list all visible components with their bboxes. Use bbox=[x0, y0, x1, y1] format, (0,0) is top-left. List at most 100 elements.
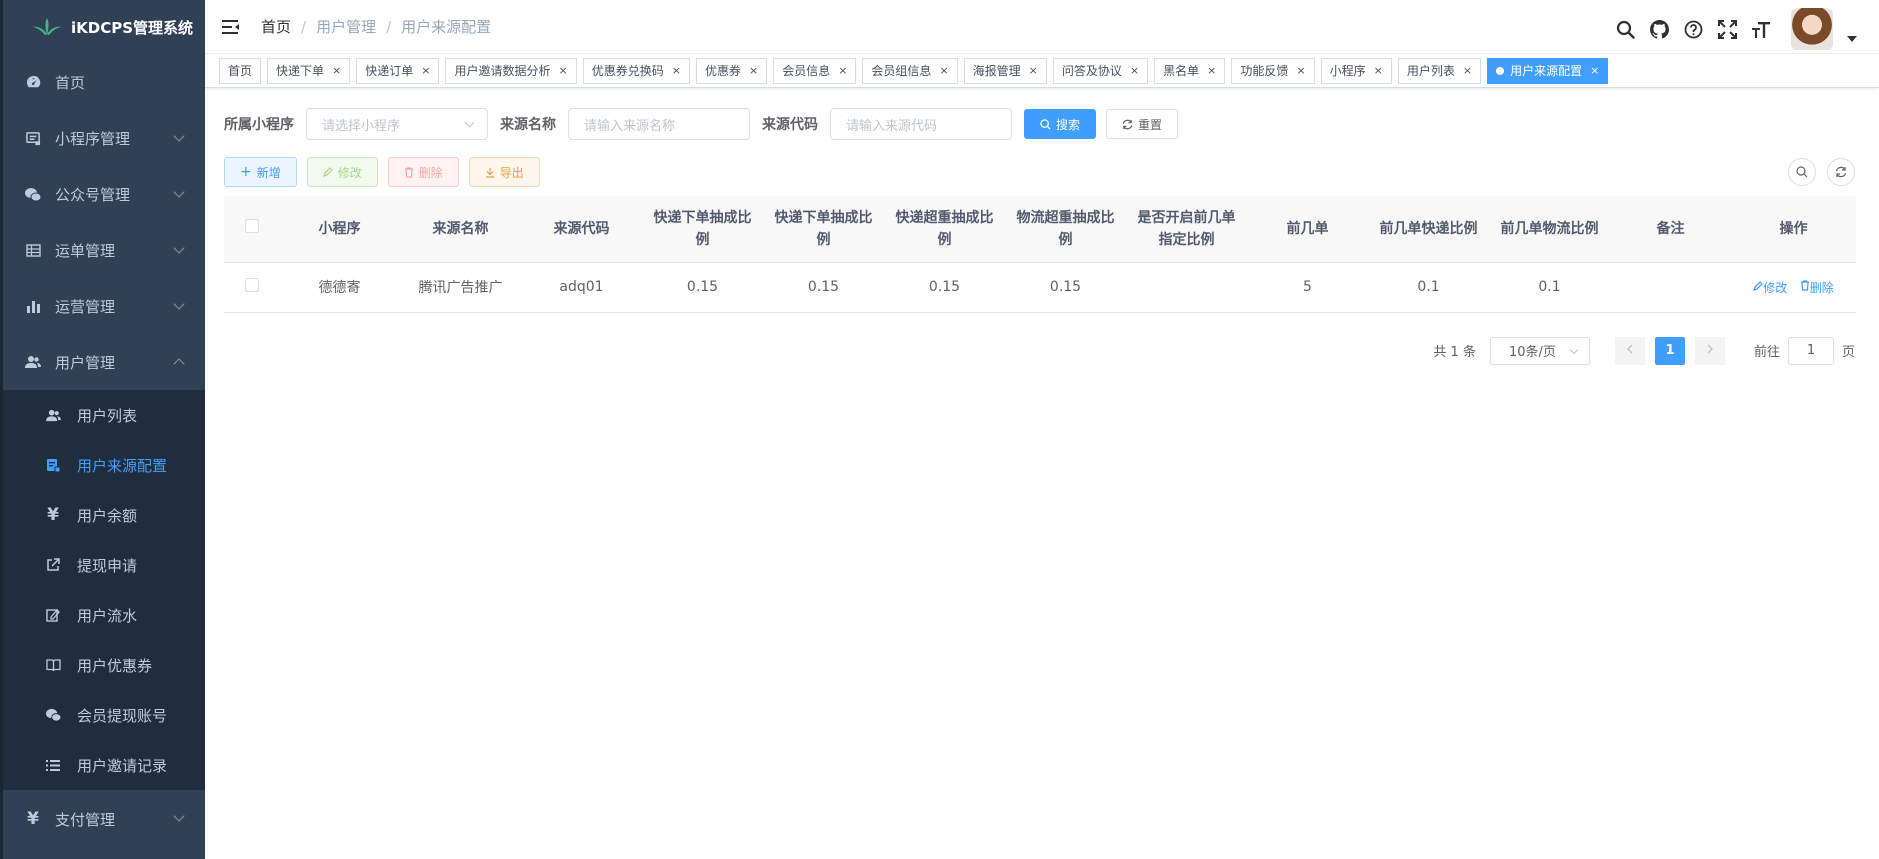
sidebar-item-operations[interactable]: 运营管理 bbox=[3, 278, 205, 334]
tab-tag[interactable]: 优惠券 × bbox=[695, 57, 768, 84]
column-header: 前几单 bbox=[1247, 196, 1368, 263]
tab-tag[interactable]: 首页 bbox=[219, 57, 262, 84]
refresh-button[interactable] bbox=[1827, 158, 1855, 186]
search-button[interactable]: 搜索 bbox=[1024, 109, 1097, 139]
export-button[interactable]: 导出 bbox=[468, 157, 540, 187]
close-icon[interactable]: × bbox=[749, 64, 758, 77]
tab-tag[interactable]: 用户列表 × bbox=[1397, 57, 1482, 84]
close-icon[interactable]: × bbox=[1463, 64, 1472, 77]
tab-tag[interactable]: 优惠券兑换码 × bbox=[582, 57, 690, 84]
page-number-button[interactable]: 1 bbox=[1654, 336, 1685, 365]
breadcrumb-home[interactable]: 首页 bbox=[261, 16, 291, 37]
peoples-icon bbox=[45, 407, 61, 423]
tab-tag[interactable]: 小程序 × bbox=[1320, 57, 1392, 84]
tab-tag[interactable]: 用户来源配置 × bbox=[1487, 57, 1609, 84]
sidebar-item-user-coupons[interactable]: 用户优惠券 bbox=[3, 640, 205, 690]
sidebar-item-user-source-config[interactable]: 用户来源配置 bbox=[3, 440, 205, 490]
fullscreen-icon[interactable] bbox=[1717, 19, 1737, 39]
row-checkbox[interactable] bbox=[244, 278, 259, 292]
github-icon[interactable] bbox=[1649, 19, 1669, 39]
close-icon[interactable]: × bbox=[1207, 64, 1216, 77]
caret-down-icon[interactable] bbox=[1847, 36, 1857, 42]
cell-express-order-ratio-2: 0.15 bbox=[763, 262, 884, 313]
table-row[interactable]: 德德寄 腾讯广告推广 adq01 0.15 0.15 0.15 0.15 5 0… bbox=[224, 262, 1856, 313]
sidebar-item-user-list[interactable]: 用户列表 bbox=[3, 390, 205, 440]
prev-page-button[interactable] bbox=[1614, 336, 1645, 365]
toggle-search-button[interactable] bbox=[1788, 158, 1816, 186]
download-icon bbox=[485, 167, 495, 178]
data-table: 小程序 来源名称 来源代码 快递下单抽成比例 快递下单抽成比例 快递超重抽成比例… bbox=[224, 196, 1856, 313]
font-size-icon[interactable] bbox=[1751, 19, 1771, 39]
tab-tag-label: 黑名单 bbox=[1163, 64, 1200, 78]
edit-button[interactable]: 修改 bbox=[306, 157, 378, 187]
tab-tag[interactable]: 快递订单 × bbox=[356, 57, 440, 84]
reset-button[interactable]: 重置 bbox=[1106, 109, 1179, 139]
sidebar-item-payment[interactable]: ¥ 支付管理 bbox=[3, 790, 205, 848]
close-icon[interactable]: × bbox=[838, 64, 847, 77]
sidebar-item-user-balance[interactable]: ¥ 用户余额 bbox=[3, 490, 205, 540]
submenu-users: 用户列表 用户来源配置 ¥ 用户余额 提现申请 用户流水 用户优惠券 会员提现账… bbox=[3, 390, 205, 790]
search-button-label: 搜索 bbox=[1056, 117, 1081, 132]
sidebar: iKDCPS管理系统 首页 小程序管理 公众号管理 运单管理 运营管理 用户管理… bbox=[0, 0, 205, 859]
avatar[interactable] bbox=[1791, 8, 1833, 50]
close-icon[interactable]: × bbox=[332, 64, 341, 77]
delete-button[interactable]: 删除 bbox=[387, 157, 459, 187]
close-icon[interactable]: × bbox=[672, 64, 681, 77]
tab-tag[interactable]: 海报管理 × bbox=[963, 57, 1047, 84]
hamburger-icon[interactable] bbox=[221, 17, 241, 37]
add-button[interactable]: + 新增 bbox=[224, 157, 297, 187]
search-form: 所属小程序 请选择小程序 来源名称 请输入来源名称 来源代码 请输入来源代码 搜… bbox=[224, 108, 1855, 140]
tab-tag[interactable]: 功能反馈 × bbox=[1231, 57, 1315, 84]
search-icon[interactable] bbox=[1615, 19, 1635, 39]
miniapp-select[interactable]: 请选择小程序 bbox=[306, 108, 488, 140]
close-icon[interactable]: × bbox=[1374, 64, 1383, 77]
sidebar-item-label: 用户余额 bbox=[77, 506, 138, 525]
sidebar-item-official-account[interactable]: 公众号管理 bbox=[3, 166, 205, 222]
tab-tag-label: 问答及协议 bbox=[1061, 64, 1122, 78]
help-icon[interactable] bbox=[1683, 19, 1703, 39]
cell-source-code: adq01 bbox=[521, 262, 642, 313]
select-all-checkbox[interactable] bbox=[244, 218, 259, 233]
close-icon[interactable]: × bbox=[1296, 64, 1305, 77]
tab-tag[interactable]: 会员信息 × bbox=[773, 57, 857, 84]
dashboard-icon bbox=[25, 74, 41, 90]
close-icon[interactable]: × bbox=[421, 64, 430, 77]
next-page-button[interactable] bbox=[1694, 336, 1725, 365]
toolbar: + 新增 修改 删除 导出 bbox=[224, 157, 1855, 187]
tags-view: 首页 快递下单 × 快递订单 × 用户邀请数据分析 × 优惠券兑换码 × 优惠券 × 会员信息 × 会员组… bbox=[205, 54, 1879, 88]
tab-tag[interactable]: 用户邀请数据分析 × bbox=[445, 57, 577, 84]
source-code-input[interactable]: 请输入来源代码 bbox=[830, 108, 1012, 140]
sidebar-item-home[interactable]: 首页 bbox=[3, 54, 205, 110]
close-icon[interactable]: × bbox=[939, 64, 948, 77]
sidebar-item-waybill[interactable]: 运单管理 bbox=[3, 222, 205, 278]
trash-icon bbox=[1800, 280, 1810, 294]
sidebar-item-user-flow[interactable]: 用户流水 bbox=[3, 590, 205, 640]
row-delete-link[interactable]: 删除 bbox=[1800, 279, 1834, 296]
close-icon[interactable]: × bbox=[559, 64, 568, 77]
cell-express-overweight-ratio: 0.15 bbox=[884, 262, 1005, 313]
sidebar-item-label: 运营管理 bbox=[55, 297, 116, 316]
yen-icon: ¥ bbox=[27, 809, 39, 829]
sidebar-item-member-withdraw-account[interactable]: 会员提现账号 bbox=[3, 690, 205, 740]
tab-tag[interactable]: 会员组信息 × bbox=[862, 57, 958, 84]
row-select-cell bbox=[224, 262, 279, 313]
tab-tag[interactable]: 问答及协议 × bbox=[1052, 57, 1149, 84]
search-icon bbox=[1040, 118, 1051, 130]
tab-tag-label: 功能反馈 bbox=[1240, 64, 1289, 78]
row-edit-link[interactable]: 修改 bbox=[1753, 279, 1787, 296]
goto-page-input[interactable]: 1 bbox=[1787, 336, 1834, 365]
sidebar-item-withdraw-request[interactable]: 提现申请 bbox=[3, 540, 205, 590]
logo[interactable]: iKDCPS管理系统 bbox=[3, 0, 205, 54]
cell-logistics-overweight-ratio: 0.15 bbox=[1005, 262, 1126, 313]
close-icon[interactable]: × bbox=[1130, 64, 1139, 77]
close-icon[interactable]: × bbox=[1590, 64, 1599, 77]
source-name-input[interactable]: 请输入来源名称 bbox=[568, 108, 750, 140]
sidebar-item-user-invite-records[interactable]: 用户邀请记录 bbox=[3, 740, 205, 790]
tab-tag[interactable]: 快递下单 × bbox=[267, 57, 351, 84]
close-icon[interactable]: × bbox=[1029, 64, 1038, 77]
page-size-select[interactable]: 10条/页 bbox=[1489, 336, 1590, 365]
sidebar-item-users[interactable]: 用户管理 bbox=[3, 334, 205, 390]
sidebar-item-miniapp[interactable]: 小程序管理 bbox=[3, 110, 205, 166]
column-header: 备注 bbox=[1610, 196, 1731, 263]
tab-tag[interactable]: 黑名单 × bbox=[1154, 57, 1226, 84]
